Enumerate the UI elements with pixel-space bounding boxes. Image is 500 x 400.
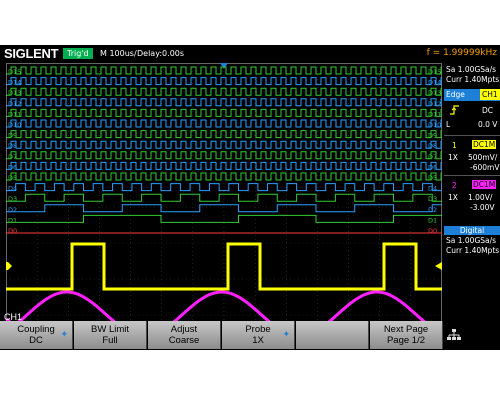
rotate-knob-icon: ✦ bbox=[60, 329, 68, 339]
digital-label-right: D7 bbox=[428, 153, 437, 161]
digital-label-left: D14 bbox=[8, 79, 21, 87]
ch1-waveform bbox=[6, 242, 442, 291]
softkey-title: Adjust bbox=[170, 324, 198, 335]
digital-label-left: D10 bbox=[8, 121, 21, 129]
digital-label-left: D8 bbox=[8, 142, 17, 150]
digital-label-left: D5 bbox=[8, 174, 17, 182]
ch1-coupling-badge[interactable]: DC1M bbox=[472, 140, 497, 149]
digital-trace-d5 bbox=[6, 172, 442, 181]
softkey-title: BW Limit bbox=[91, 324, 129, 335]
trigger-coupling: DC bbox=[482, 106, 494, 115]
digital-label-right: D3 bbox=[428, 195, 437, 203]
ch2-number: 2 bbox=[452, 181, 457, 190]
trigger-status-badge: Trig'd bbox=[63, 48, 93, 59]
digital-label-right: D5 bbox=[428, 174, 437, 182]
brand-logo: SIGLENT bbox=[4, 46, 59, 61]
softkey-menu: Coupling DC ✦ BW Limit Full Adjust Coars… bbox=[0, 321, 500, 350]
ch1-number: 1 bbox=[452, 141, 457, 150]
digital-label-right: D1 bbox=[428, 216, 437, 224]
digital-label-right: D11 bbox=[428, 110, 441, 118]
trigger-level-label: L bbox=[446, 120, 451, 129]
bw-limit-softkey[interactable]: BW Limit Full bbox=[74, 321, 147, 349]
ch1-probe: 1X bbox=[448, 153, 458, 162]
coupling-softkey[interactable]: Coupling DC ✦ bbox=[0, 321, 73, 349]
trigger-level-value: 0.0 V bbox=[478, 120, 498, 129]
sample-rate: Sa 1.00GSa/s bbox=[446, 65, 497, 74]
digital-label-left: D13 bbox=[8, 89, 21, 97]
oscilloscope-screen: SIGLENT Trig'd M 100us/ Delay:0.00s f = … bbox=[0, 45, 500, 350]
ch1-offset: -600mV bbox=[470, 163, 500, 172]
digital-label-left: D0 bbox=[8, 227, 17, 235]
network-icon bbox=[447, 329, 461, 344]
digital-label-left: D2 bbox=[8, 206, 17, 214]
digital-label-right: D13 bbox=[428, 89, 441, 97]
trigger-level-marker bbox=[435, 262, 442, 270]
digital-label-left: D3 bbox=[8, 195, 17, 203]
empty-softkey[interactable] bbox=[296, 321, 369, 349]
digital-label-right: D10 bbox=[428, 121, 441, 129]
trigger-source-badge[interactable]: CH1 bbox=[480, 89, 500, 100]
digital-label-right: D14 bbox=[428, 79, 441, 87]
ch2-probe: 1X bbox=[448, 193, 458, 202]
right-info-panel: Sa 1.00GSa/s Curr 1.40Mpts Edge CH1 DC L… bbox=[444, 63, 500, 350]
trigger-type[interactable]: Edge bbox=[446, 90, 465, 99]
digital-label-left: D12 bbox=[8, 100, 21, 108]
ch1-scale: 500mV/ bbox=[468, 153, 498, 162]
digital-label-left: D15 bbox=[8, 68, 21, 76]
digital-label-right: D8 bbox=[428, 142, 437, 150]
digital-label-left: D6 bbox=[8, 163, 17, 171]
digital-sample-rate: Sa 1.00GSa/s bbox=[446, 236, 497, 245]
ch1-offset-marker bbox=[6, 262, 12, 270]
digital-label-right: D6 bbox=[428, 163, 437, 171]
softkey-value: Coarse bbox=[168, 335, 200, 346]
digital-header[interactable]: Digital bbox=[444, 226, 500, 235]
frequency-readout: f = 1.99999kHz bbox=[426, 48, 497, 58]
memory-depth: Curr 1.40Mpts bbox=[446, 75, 500, 84]
softkey-title: Next Page bbox=[383, 324, 429, 335]
digital-label-right: D4 bbox=[428, 185, 437, 193]
ch2-coupling-badge[interactable]: DC1M bbox=[472, 180, 497, 189]
digital-label-left: D7 bbox=[8, 153, 17, 161]
waveform-grid: D15 D15 D14 D14 D13 D13 D12 D12 D11 D11 D10 D10 D9 D9… bbox=[6, 63, 442, 350]
ch2-offset: -3.00V bbox=[470, 203, 495, 212]
probe-softkey[interactable]: Probe 1X ✦ bbox=[222, 321, 295, 349]
digital-label-left: D4 bbox=[8, 185, 17, 193]
digital-label-left: D11 bbox=[8, 110, 21, 118]
softkey-value: Page 1/2 bbox=[386, 335, 426, 346]
digital-label-right: D0 bbox=[428, 227, 437, 235]
digital-label-left: D9 bbox=[8, 132, 17, 140]
delay-readout[interactable]: Delay:0.00s bbox=[137, 48, 184, 59]
digital-memory: Curr 1.40Mpts bbox=[446, 246, 500, 255]
rotate-knob-icon: ✦ bbox=[282, 329, 290, 339]
digital-trace-d2 bbox=[6, 204, 442, 213]
digital-label-left: D1 bbox=[8, 216, 17, 224]
adjust-softkey[interactable]: Adjust Coarse bbox=[148, 321, 221, 349]
ch2-scale: 1.00V/ bbox=[468, 193, 493, 202]
next-page-softkey[interactable]: Next Page Page 1/2 bbox=[370, 321, 443, 349]
digital-trace-d1 bbox=[6, 214, 442, 223]
digital-label-right: D15 bbox=[428, 68, 441, 76]
digital-label-right: D9 bbox=[428, 132, 437, 140]
rising-edge-icon bbox=[450, 105, 460, 118]
timebase-readout[interactable]: M 100us/ bbox=[100, 48, 137, 59]
digital-label-right: D2 bbox=[428, 206, 437, 214]
digital-label-right: D12 bbox=[428, 100, 441, 108]
softkey-value: Full bbox=[102, 335, 118, 346]
status-bar: SIGLENT Trig'd M 100us/ Delay:0.00s f = … bbox=[0, 45, 500, 62]
